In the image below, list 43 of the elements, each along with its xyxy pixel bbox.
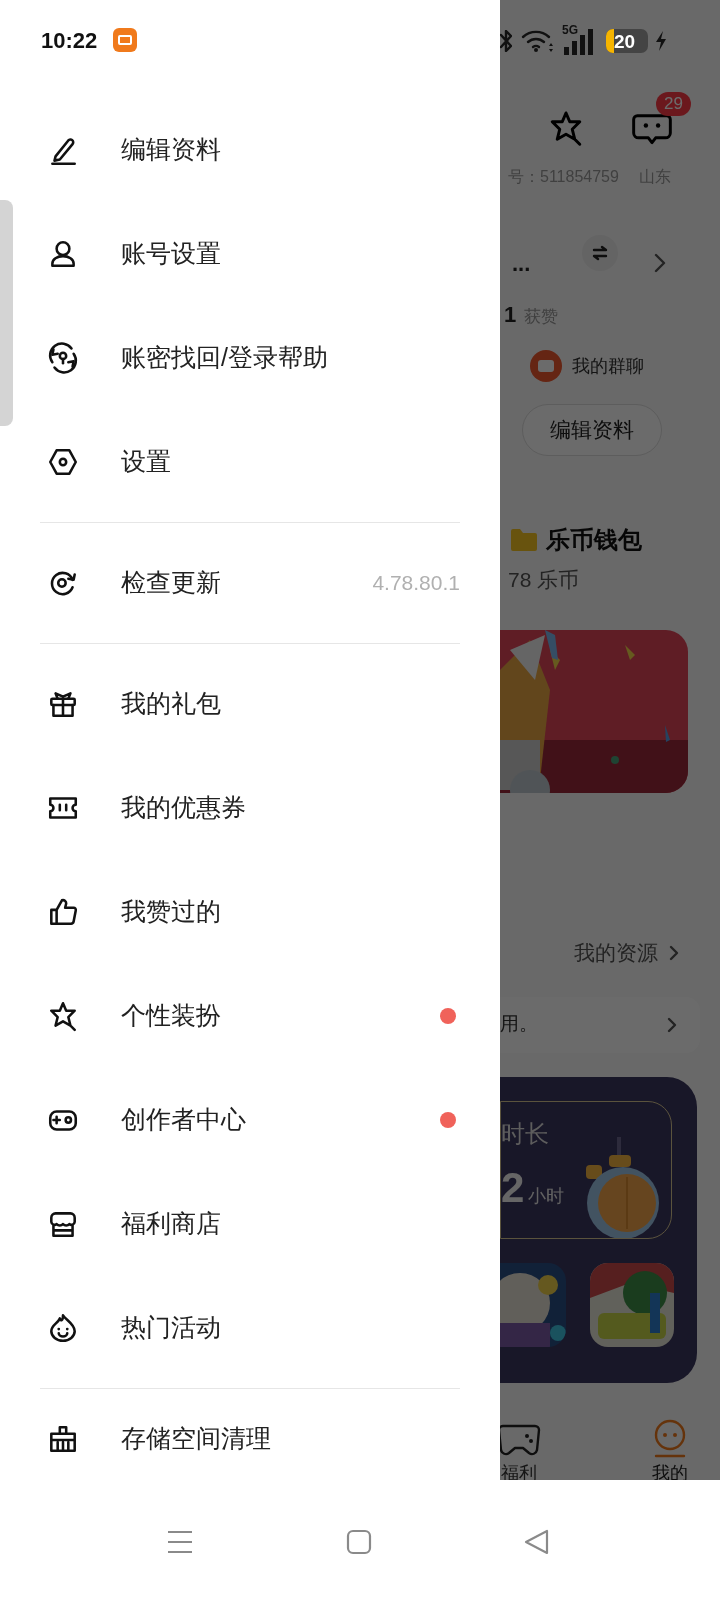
status-time: 10:22 [41,26,98,55]
menu-item[interactable]: 检查更新 4.78.80.1 [16,531,500,635]
menu-item[interactable]: 我的优惠券 [16,756,500,860]
likes-count: 1 [504,301,517,329]
wifi-icon [520,28,554,54]
app-notification-icon [113,28,138,52]
playtime-label: 时长 [501,1118,549,1149]
edge-handle[interactable] [0,200,13,426]
version-label: 4.78.80.1 [372,570,460,597]
menu-item[interactable]: 设置 [16,410,500,514]
menu-item[interactable]: 账号设置 [16,202,500,306]
key-refresh-icon [46,341,80,375]
nav-tab[interactable]: 我的 [630,1415,710,1480]
menu-item[interactable]: 创作者中心 [16,1068,500,1172]
wallet-title: 乐币钱包 [546,525,642,555]
notice-text: 用。 [500,1012,538,1037]
menu-item[interactable]: 账密找回/登录帮助 [16,306,500,410]
chevron-icon[interactable] [668,943,680,962]
menu-item[interactable]: 福利商店 [16,1172,500,1276]
back-icon[interactable] [524,1529,550,1555]
menu-item[interactable]: 个性装扮 [16,964,500,1068]
chat-icon [530,350,562,382]
count-badge: 29 [656,92,691,116]
home-icon[interactable] [346,1529,372,1555]
playtime-unit: 小时 [528,1184,565,1208]
folder-icon [510,528,538,552]
menu-item[interactable]: 热门活动 [16,1276,500,1380]
menu-item[interactable]: 我的礼包 [16,652,500,756]
bluetooth-icon [500,30,512,52]
user-name: ... [512,249,532,278]
menu-item[interactable]: 存储空间清理 [16,1397,500,1481]
menu-item[interactable]: 我赞过的 [16,860,500,964]
battery-indicator: 20 [606,29,648,53]
swap-button[interactable] [582,235,618,271]
menu-icon[interactable] [166,1529,194,1555]
swap-icon [590,243,610,263]
wallet-balance: 78 乐币 [508,567,580,593]
chevron-icon[interactable] [652,252,668,274]
edit-profile-button[interactable]: 编辑资料 [522,404,662,456]
menu-item[interactable]: 编辑资料 [16,98,500,202]
network-label: 5G [562,23,578,37]
chevron-icon [666,1015,678,1034]
playtime-value: 2 [501,1162,525,1213]
